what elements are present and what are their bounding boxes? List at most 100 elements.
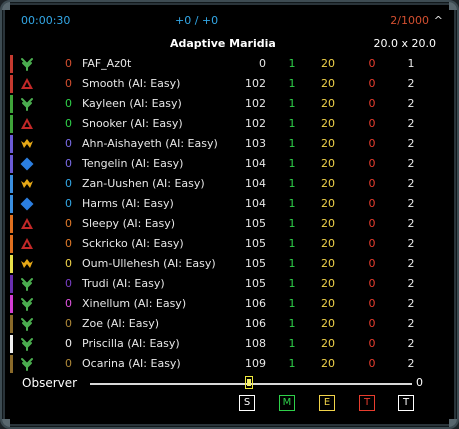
player-tech: 2 bbox=[407, 117, 415, 130]
player-row[interactable]: 0 FAF_Az0t 0 1 20 0 1 bbox=[10, 54, 451, 74]
sort-tech-button[interactable]: T bbox=[398, 395, 414, 411]
aeon-faction-icon bbox=[20, 317, 34, 331]
mass-income: 1 bbox=[288, 337, 296, 350]
team-number: 0 bbox=[65, 77, 72, 90]
player-score: 0 bbox=[368, 237, 376, 250]
energy-income: 20 bbox=[321, 237, 335, 250]
player-score: 0 bbox=[368, 177, 376, 190]
collapse-button[interactable]: ^ bbox=[434, 12, 443, 30]
player-color-bar bbox=[10, 295, 13, 313]
player-row[interactable]: 0 Sckricko (AI: Easy) 105 1 20 0 2 bbox=[10, 234, 451, 254]
player-tech: 2 bbox=[407, 177, 415, 190]
player-row[interactable]: 0 Trudi (AI: Easy) 105 1 20 0 2 bbox=[10, 274, 451, 294]
player-color-bar bbox=[10, 115, 13, 133]
player-row[interactable]: 0 Oum-Ullehesh (AI: Easy) 105 1 20 0 2 bbox=[10, 254, 451, 274]
player-row[interactable]: 0 Harms (AI: Easy) 104 1 20 0 2 bbox=[10, 194, 451, 214]
team-number: 0 bbox=[65, 337, 72, 350]
player-rating: 102 bbox=[245, 77, 266, 90]
aeon-faction-icon bbox=[20, 297, 34, 311]
player-tech: 2 bbox=[407, 137, 415, 150]
player-name: Ocarina (AI: Easy) bbox=[82, 357, 181, 370]
player-row[interactable]: 0 Xinellum (AI: Easy) 106 1 20 0 2 bbox=[10, 294, 451, 314]
mass-income: 1 bbox=[288, 357, 296, 370]
sort-mass-button[interactable]: M bbox=[279, 395, 295, 411]
player-tech: 2 bbox=[407, 277, 415, 290]
player-color-bar bbox=[10, 315, 13, 333]
player-row[interactable]: 0 Priscilla (AI: Easy) 108 1 20 0 2 bbox=[10, 334, 451, 354]
player-color-bar bbox=[10, 235, 13, 253]
player-rating: 102 bbox=[245, 97, 266, 110]
player-name: Harms (AI: Easy) bbox=[82, 197, 174, 210]
player-rating: 109 bbox=[245, 357, 266, 370]
cybran-faction-icon bbox=[20, 217, 34, 231]
sort-score-button[interactable]: S bbox=[239, 395, 255, 411]
player-score: 0 bbox=[368, 197, 376, 210]
sort-energy-button[interactable]: E bbox=[319, 395, 335, 411]
team-number: 0 bbox=[65, 137, 72, 150]
mass-income: 1 bbox=[288, 237, 296, 250]
player-row[interactable]: 0 Zoe (AI: Easy) 106 1 20 0 2 bbox=[10, 314, 451, 334]
player-score: 0 bbox=[368, 337, 376, 350]
map-size: 20.0 x 20.0 bbox=[373, 37, 437, 50]
team-number: 0 bbox=[65, 117, 72, 130]
player-tech: 2 bbox=[407, 237, 415, 250]
mass-income: 1 bbox=[288, 77, 296, 90]
energy-income: 20 bbox=[321, 297, 335, 310]
team-number: 0 bbox=[65, 257, 72, 270]
mass-income: 1 bbox=[288, 257, 296, 270]
game-timer: 00:00:30 bbox=[21, 14, 71, 27]
player-name: FAF_Az0t bbox=[82, 57, 132, 70]
player-tech: 2 bbox=[407, 337, 415, 350]
player-tech: 2 bbox=[407, 217, 415, 230]
player-name: Sckricko (AI: Easy) bbox=[82, 237, 184, 250]
score-delta: +0 / +0 bbox=[175, 14, 219, 27]
player-rating: 104 bbox=[245, 177, 266, 190]
player-tech: 2 bbox=[407, 197, 415, 210]
energy-income: 20 bbox=[321, 57, 335, 70]
team-number: 0 bbox=[65, 237, 72, 250]
unit-count: 2/1000 bbox=[390, 14, 429, 27]
uef-faction-icon bbox=[20, 197, 34, 211]
mass-income: 1 bbox=[288, 97, 296, 110]
aeon-faction-icon bbox=[20, 337, 34, 351]
aeon-faction-icon bbox=[20, 97, 34, 111]
player-row[interactable]: 0 Zan-Uushen (AI: Easy) 104 1 20 0 2 bbox=[10, 174, 451, 194]
player-name: Zan-Uushen (AI: Easy) bbox=[82, 177, 205, 190]
energy-income: 20 bbox=[321, 137, 335, 150]
team-number: 0 bbox=[65, 317, 72, 330]
player-name: Priscilla (AI: Easy) bbox=[82, 337, 180, 350]
mass-income: 1 bbox=[288, 157, 296, 170]
player-score: 0 bbox=[368, 257, 376, 270]
player-score: 0 bbox=[368, 357, 376, 370]
panel-corner bbox=[2, 2, 10, 10]
map-name: Adaptive Maridia bbox=[170, 37, 276, 50]
mass-income: 1 bbox=[288, 137, 296, 150]
player-row[interactable]: 0 Tengelin (AI: Easy) 104 1 20 0 2 bbox=[10, 154, 451, 174]
seraphim-faction-icon bbox=[20, 137, 34, 151]
player-row[interactable]: 0 Ahn-Aishayeth (AI: Easy) 103 1 20 0 2 bbox=[10, 134, 451, 154]
sort-total-button[interactable]: T bbox=[359, 395, 375, 411]
aeon-faction-icon bbox=[20, 357, 34, 371]
player-row[interactable]: 0 Snooker (AI: Easy) 102 1 20 0 2 bbox=[10, 114, 451, 134]
aeon-faction-icon bbox=[20, 57, 34, 71]
map-info: Adaptive Maridia 20.0 x 20.0 bbox=[2, 36, 457, 52]
player-rating: 106 bbox=[245, 317, 266, 330]
observer-label: Observer bbox=[22, 376, 78, 390]
energy-income: 20 bbox=[321, 277, 335, 290]
player-row[interactable]: 0 Smooth (AI: Easy) 102 1 20 0 2 bbox=[10, 74, 451, 94]
energy-income: 20 bbox=[321, 257, 335, 270]
observer-slider-handle[interactable] bbox=[245, 376, 253, 389]
player-name: Oum-Ullehesh (AI: Easy) bbox=[82, 257, 216, 270]
player-rating: 105 bbox=[245, 237, 266, 250]
player-color-bar bbox=[10, 255, 13, 273]
player-color-bar bbox=[10, 195, 13, 213]
player-rating: 102 bbox=[245, 117, 266, 130]
score-panel: 00:00:30 +0 / +0 2/1000 ^ Adaptive Marid… bbox=[0, 0, 459, 429]
player-score: 0 bbox=[368, 217, 376, 230]
observer-slider-value: 0 bbox=[416, 376, 423, 389]
player-row[interactable]: 0 Ocarina (AI: Easy) 109 1 20 0 2 bbox=[10, 354, 451, 374]
player-row[interactable]: 0 Sleepy (AI: Easy) 105 1 20 0 2 bbox=[10, 214, 451, 234]
player-color-bar bbox=[10, 175, 13, 193]
mass-income: 1 bbox=[288, 297, 296, 310]
player-row[interactable]: 0 Kayleen (AI: Easy) 102 1 20 0 2 bbox=[10, 94, 451, 114]
